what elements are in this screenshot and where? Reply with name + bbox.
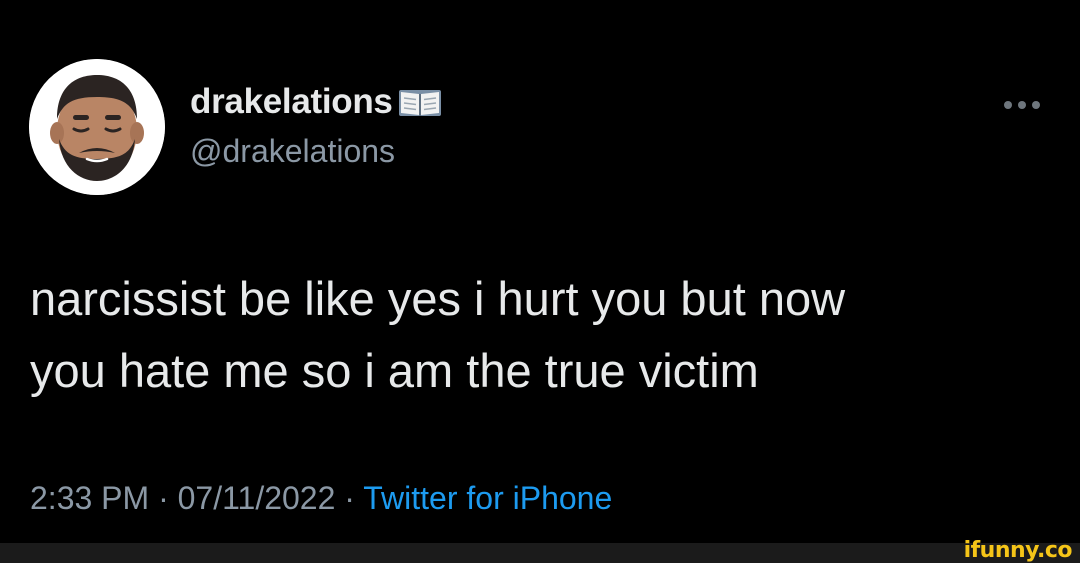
watermark-bar: ifunny.co (0, 539, 1080, 563)
meta-separator: · (158, 480, 169, 516)
more-dot (1018, 101, 1026, 109)
meta-separator: · (344, 480, 355, 516)
ifunny-watermark: ifunny.co (963, 538, 1073, 563)
user-handle[interactable]: @drakelations (190, 131, 395, 171)
tweet-text: narcissist be like yes i hurt you but no… (30, 272, 846, 397)
tweet-time[interactable]: 2:33 PM (30, 480, 149, 516)
tweet-source-link[interactable]: Twitter for iPhone (363, 480, 612, 516)
bearded-man-avatar-icon (29, 59, 165, 195)
more-horizontal-icon[interactable] (1004, 100, 1048, 110)
tweet-meta: 2:33 PM · 07/11/2022 · Twitter for iPhon… (30, 476, 612, 520)
open-book-icon (397, 84, 443, 120)
more-dot (1032, 101, 1040, 109)
avatar[interactable] (29, 59, 165, 195)
tweet-card: drakelations @drakelations narcissist be… (0, 0, 1080, 543)
more-dot (1004, 101, 1012, 109)
tweet-date[interactable]: 07/11/2022 (178, 480, 336, 516)
author-name-row: drakelations (190, 80, 443, 124)
display-name[interactable]: drakelations (190, 80, 393, 124)
